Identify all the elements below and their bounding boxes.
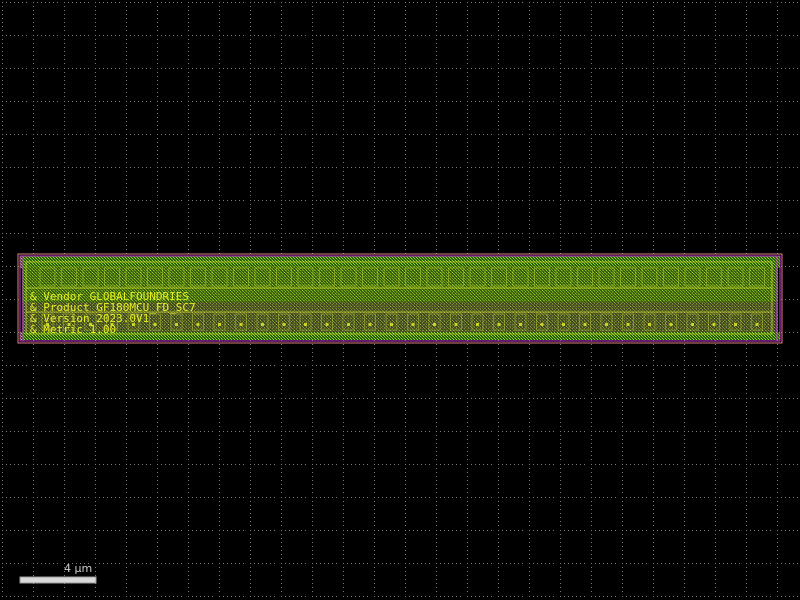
scale-bar-label: 4 µm [64,562,92,575]
contact-via [669,323,673,326]
contact-via [347,323,350,326]
contact-via [368,323,372,326]
contact-via [153,323,157,326]
contact-via [583,323,587,326]
contact-via [196,323,200,326]
contact-via [519,323,522,326]
contact-via [626,323,630,326]
contact-via [734,323,737,326]
contact-via [691,323,694,326]
power-rail-bottom [20,332,780,340]
contact-via [712,323,716,326]
contact-via [433,323,436,326]
contact-via [390,323,393,326]
contact-via [562,323,565,326]
contact-via [239,323,243,326]
layout-canvas[interactable]: & Vendor GLOBALFOUNDRIES & Product GF180… [0,0,800,600]
contact-via [476,323,479,326]
contact-via [325,323,329,326]
label-metric: & Metric 1.00 [30,323,116,336]
contact-via [175,323,178,326]
contact-via [648,323,651,326]
contact-via [218,323,221,326]
scale-bar-line [19,576,97,584]
contact-via [282,323,286,326]
contact-via [755,323,759,326]
contact-via [454,323,458,326]
contact-via [605,323,608,326]
contact-via [497,323,501,326]
contact-via [304,323,307,326]
contact-via [261,323,264,326]
contact-via [540,323,544,326]
contact-via [411,323,415,326]
